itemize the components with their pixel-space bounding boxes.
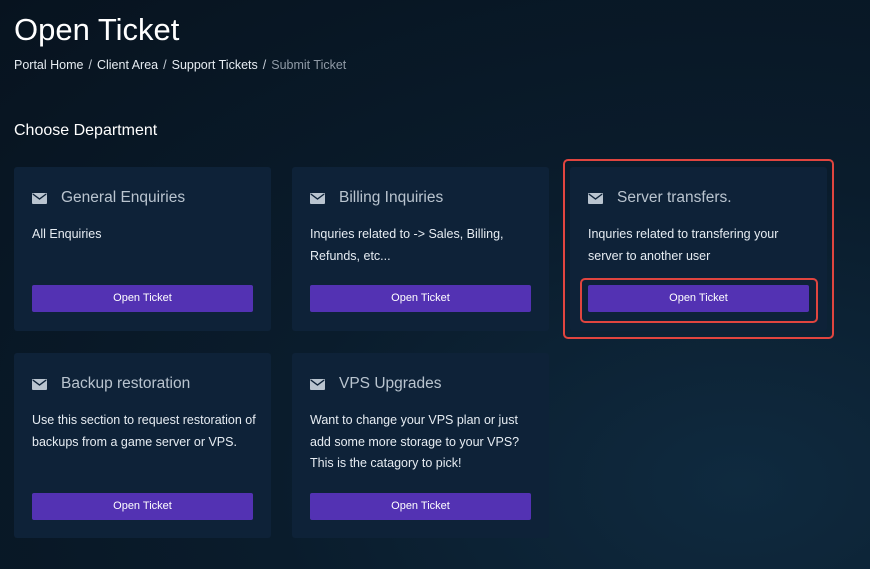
card-header: General Enquiries bbox=[32, 189, 185, 207]
envelope-icon bbox=[32, 378, 47, 390]
breadcrumb-submit-ticket: Submit Ticket bbox=[271, 58, 347, 72]
envelope-icon bbox=[588, 192, 603, 204]
breadcrumb-support-tickets[interactable]: Support Tickets bbox=[172, 58, 258, 72]
department-card-billing-inquiries: Billing Inquiries Inquries related to ->… bbox=[292, 167, 549, 331]
card-header: Backup restoration bbox=[32, 375, 190, 393]
card-description: Use this section to request restoration … bbox=[32, 413, 256, 449]
department-card-general-enquiries: General Enquiries All Enquiries Open Tic… bbox=[14, 167, 271, 331]
card-description: Inquries related to transfering your ser… bbox=[588, 227, 779, 263]
breadcrumb-separator: / bbox=[163, 58, 167, 72]
card-header: VPS Upgrades bbox=[310, 375, 442, 393]
card-description: Inquries related to -> Sales, Billing, R… bbox=[310, 227, 504, 263]
card-description: All Enquiries bbox=[32, 227, 102, 241]
open-ticket-button[interactable]: Open Ticket bbox=[310, 493, 531, 520]
card-description: Want to change your VPS plan or just add… bbox=[310, 413, 520, 470]
open-ticket-button[interactable]: Open Ticket bbox=[310, 285, 531, 312]
card-header: Server transfers. bbox=[588, 189, 732, 207]
page-title: Open Ticket bbox=[14, 12, 180, 47]
card-title: VPS Upgrades bbox=[339, 375, 442, 392]
card-title: Billing Inquiries bbox=[339, 189, 444, 206]
breadcrumb: Portal Home / Client Area / Support Tick… bbox=[14, 58, 346, 72]
envelope-icon bbox=[310, 378, 325, 390]
envelope-icon bbox=[310, 192, 325, 204]
card-title: General Enquiries bbox=[61, 189, 186, 206]
open-ticket-button[interactable]: Open Ticket bbox=[32, 493, 253, 520]
card-title: Backup restoration bbox=[61, 375, 191, 392]
breadcrumb-separator: / bbox=[88, 58, 92, 72]
card-header: Billing Inquiries bbox=[310, 189, 443, 207]
open-ticket-button[interactable]: Open Ticket bbox=[588, 285, 809, 312]
section-heading: Choose Department bbox=[14, 122, 158, 139]
breadcrumb-client-area[interactable]: Client Area bbox=[97, 58, 158, 72]
department-card-server-transfers: Server transfers. Inquries related to tr… bbox=[570, 167, 827, 331]
envelope-icon bbox=[32, 192, 47, 204]
department-card-backup-restoration: Backup restoration Use this section to r… bbox=[14, 353, 271, 538]
card-title: Server transfers. bbox=[617, 189, 732, 206]
breadcrumb-portal-home[interactable]: Portal Home bbox=[14, 58, 83, 72]
department-card-vps-upgrades: VPS Upgrades Want to change your VPS pla… bbox=[292, 353, 549, 538]
open-ticket-button[interactable]: Open Ticket bbox=[32, 285, 253, 312]
breadcrumb-separator: / bbox=[262, 58, 267, 72]
